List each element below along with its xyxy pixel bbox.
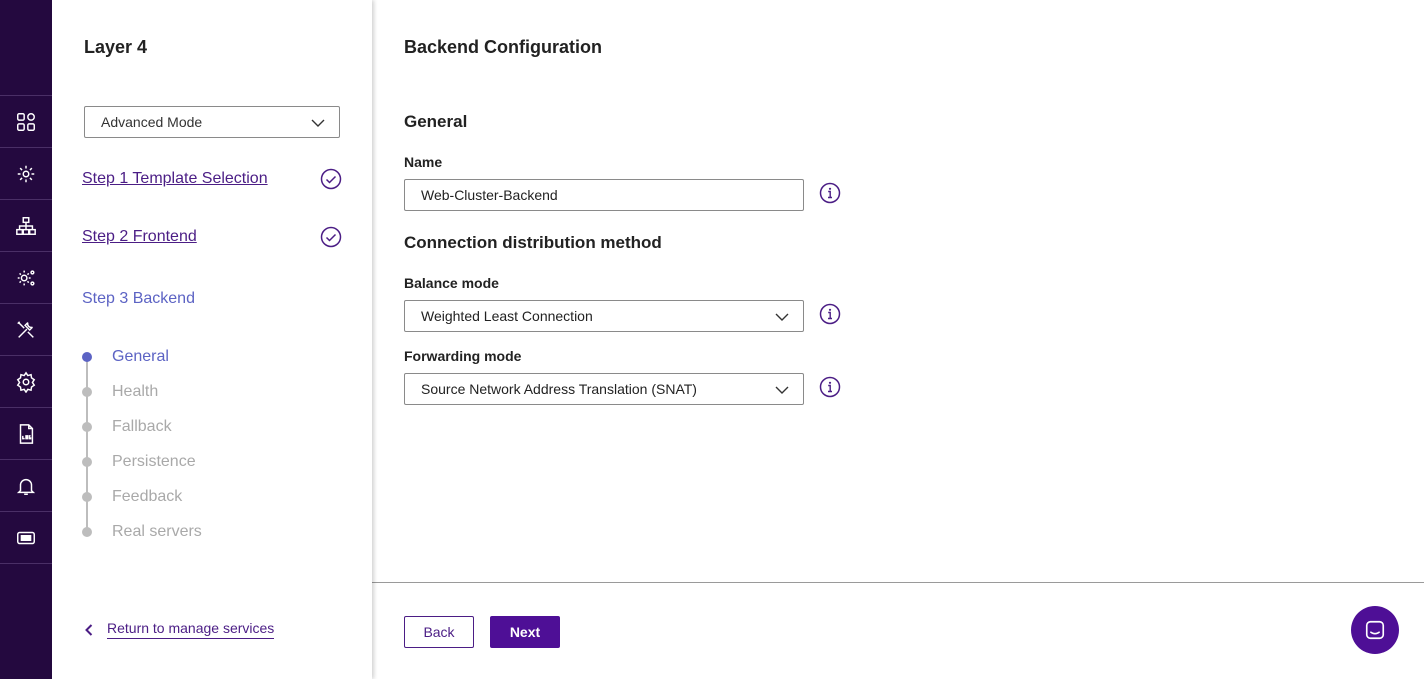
substep-label: Fallback (112, 418, 172, 435)
mode-select[interactable]: Advanced Mode (84, 106, 340, 138)
dashboard-icon (17, 113, 35, 131)
rail-tools[interactable] (0, 304, 52, 356)
balance-mode-label: Balance mode (404, 275, 499, 291)
rail-logs[interactable] (0, 408, 52, 460)
rail-settings[interactable] (0, 356, 52, 408)
chevron-down-icon (775, 386, 789, 394)
substep-dot (82, 422, 92, 432)
substep-dot (82, 457, 92, 467)
rail-system-config[interactable] (0, 252, 52, 304)
substep-persistence[interactable]: Persistence (82, 452, 196, 472)
substep-dot (82, 387, 92, 397)
log-file-icon (19, 424, 34, 444)
distribution-heading: Connection distribution method (404, 233, 662, 252)
wizard-title: Layer 4 (84, 37, 148, 57)
main-content: Backend Configuration General Name Web-C… (372, 0, 1424, 679)
substep-label: Health (112, 383, 159, 400)
network-icon (16, 217, 36, 235)
next-button[interactable]: Next (490, 616, 560, 648)
substep-health[interactable]: Health (82, 382, 158, 402)
name-input-value: Web-Cluster-Backend (421, 187, 558, 203)
rail-dashboard[interactable] (0, 96, 52, 148)
check-circle-icon (320, 168, 342, 190)
substep-label: Real servers (112, 523, 202, 540)
chevron-left-icon (85, 623, 93, 636)
substep-dot (82, 527, 92, 537)
mode-select-value: Advanced Mode (101, 114, 203, 130)
rail-virtual-services[interactable] (0, 148, 52, 200)
forwarding-mode-value: Source Network Address Translation (SNAT… (421, 381, 697, 397)
check-circle-icon (320, 226, 342, 248)
return-to-manage-services-link[interactable]: Return to manage services (82, 620, 275, 639)
substep-feedback[interactable]: Feedback (82, 487, 182, 507)
settings-icon (16, 371, 36, 393)
system-config-icon (17, 270, 35, 286)
tools-icon (17, 321, 34, 338)
page-title: Backend Configuration (404, 37, 603, 57)
substep-label: Persistence (112, 453, 196, 470)
rail-divider (0, 563, 52, 564)
footer-divider (372, 582, 1424, 583)
info-icon[interactable] (819, 303, 841, 325)
substep-real-servers[interactable]: Real servers (82, 522, 202, 542)
substep-fallback[interactable]: Fallback (82, 417, 172, 437)
rail-network[interactable] (0, 200, 52, 252)
step-1-link[interactable]: Step 1 Template Selection (82, 170, 268, 188)
rail-notifications[interactable] (0, 460, 52, 512)
forwarding-mode-select[interactable]: Source Network Address Translation (SNAT… (404, 373, 804, 405)
name-input[interactable]: Web-Cluster-Backend (404, 179, 804, 211)
virtual-services-icon (17, 165, 35, 183)
return-link-label: Return to manage services (107, 620, 275, 639)
substep-label: General (112, 348, 169, 365)
info-icon[interactable] (819, 376, 841, 398)
back-button[interactable]: Back (404, 616, 474, 648)
step-2-link[interactable]: Step 2 Frontend (82, 228, 197, 246)
notifications-icon (16, 478, 36, 495)
chevron-down-icon (311, 119, 325, 127)
balance-mode-select[interactable]: Weighted Least Connection (404, 300, 804, 332)
name-label: Name (404, 154, 443, 170)
substep-general[interactable]: General (82, 347, 169, 367)
rail-tickets[interactable] (0, 512, 52, 564)
chat-launcher-button[interactable] (1351, 606, 1399, 654)
chevron-down-icon (775, 313, 789, 321)
icon-rail (0, 0, 52, 679)
substep-label: Feedback (112, 488, 183, 505)
substep-dot (82, 352, 92, 362)
balance-mode-value: Weighted Least Connection (421, 308, 593, 324)
wizard-panel: Layer 4 Advanced Mode Step 1 Template Se… (52, 0, 372, 679)
step-3-current: Step 3 Backend (82, 290, 195, 307)
chat-icon (1365, 620, 1385, 640)
forwarding-mode-label: Forwarding mode (404, 348, 522, 364)
substep-dot (82, 492, 92, 502)
general-heading: General (404, 112, 468, 131)
info-icon[interactable] (819, 182, 841, 204)
ticket-icon (17, 531, 35, 545)
